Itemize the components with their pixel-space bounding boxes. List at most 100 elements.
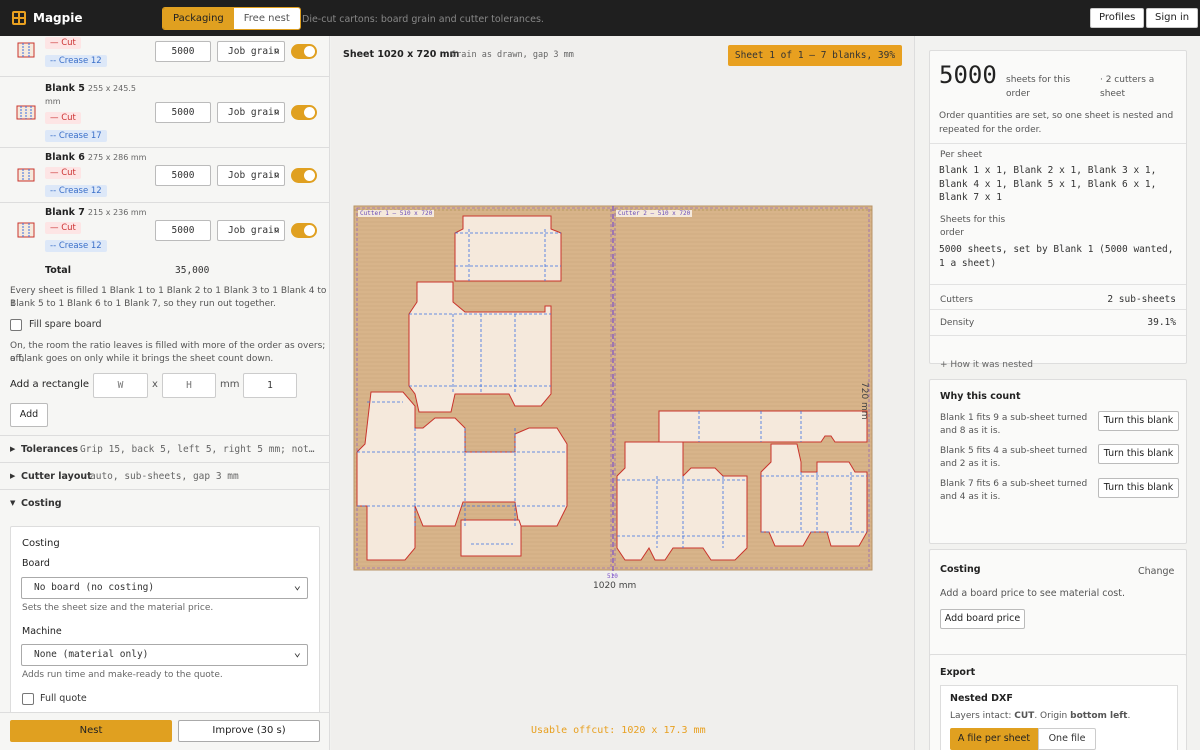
grain-select[interactable]: Job grain xyxy=(217,41,285,62)
blank-outline-icon xyxy=(17,168,35,182)
ratio-text-2: Blank 5 to 1 Blank 6 to 1 Blank 7, so th… xyxy=(10,299,276,309)
costing-change-link[interactable]: Change xyxy=(1138,566,1174,577)
sheets-order-label: Sheets for this order xyxy=(940,215,1006,238)
sheets-label: sheets for this order xyxy=(1006,75,1071,99)
crease-tag: -- Crease 17 xyxy=(45,130,107,142)
right-panel: 5000 sheets for this order · 2 cutters a… xyxy=(914,36,1200,750)
top-bar: Magpie Packaging Free nest Die-cut carto… xyxy=(0,0,1200,36)
why-text: Blank 5 fits 4 a sub-sheet turned and 2 a… xyxy=(940,446,1088,469)
turn-blank-button[interactable]: Turn this blank xyxy=(1098,444,1179,464)
blank-toggle[interactable] xyxy=(291,44,317,59)
grain-select[interactable]: Job grain xyxy=(217,220,285,241)
summary-card: 5000 sheets for this order · 2 cutters a… xyxy=(929,50,1187,370)
blank-row: Blank 5 255 x 245.5 mm — Cut -- Crease 17… xyxy=(0,77,329,148)
quantity-input[interactable]: 5000 xyxy=(155,165,211,186)
mode-tabs: Packaging Free nest xyxy=(162,7,301,30)
density-key: Density xyxy=(940,318,975,328)
profiles-button[interactable]: Profiles xyxy=(1090,8,1145,28)
board-help: Sets the sheet size and the material pri… xyxy=(22,603,214,613)
app-name: Magpie xyxy=(33,11,83,25)
machine-select[interactable]: None (material only) xyxy=(21,642,308,666)
unit-label: mm xyxy=(220,379,240,390)
offcut-note: Usable offcut: 1020 x 17.3 mm xyxy=(531,725,706,736)
file-per-sheet-option[interactable]: A file per sheet xyxy=(950,728,1038,750)
nest-canvas xyxy=(353,205,873,576)
quantity-input[interactable]: 5000 xyxy=(155,41,211,62)
divider xyxy=(930,309,1186,310)
export-card: Export Nested DXF Layers intact: CUT. Or… xyxy=(929,654,1187,750)
costing-title: Costing xyxy=(940,564,981,575)
fill-spare-label: Fill spare board xyxy=(29,319,102,330)
costing-card-title: Costing xyxy=(22,538,60,549)
fill-spare-help-2: a blank goes on only while it brings the… xyxy=(10,354,274,364)
fill-spare-checkbox[interactable] xyxy=(10,319,22,331)
cut-tag: — Cut xyxy=(45,167,81,179)
crease-line-icon: -- xyxy=(50,186,59,196)
why-text: Blank 1 fits 9 a sub-sheet turned and 8 a… xyxy=(940,413,1088,436)
sheet-width-label: 1020 mm xyxy=(593,581,637,591)
cut-line-icon: — xyxy=(50,223,62,233)
nest-button[interactable]: Nest xyxy=(10,720,172,742)
improve-button[interactable]: Improve (30 s) xyxy=(178,720,320,742)
section-tolerances[interactable]: ▶ Tolerances Grip 15, back 5, left 5, ri… xyxy=(0,435,329,462)
blank-name: Blank 5 255 x 245.5 xyxy=(45,83,136,94)
turn-blank-button[interactable]: Turn this blank xyxy=(1098,411,1179,431)
section-cutter-layout[interactable]: ▶ Cutter layout auto, sub-sheets, gap 3 … xyxy=(0,462,329,489)
cutters-key: Cutters xyxy=(940,295,973,305)
why-title: Why this count xyxy=(940,391,1021,402)
board-select[interactable]: No board (no costing) xyxy=(21,575,308,599)
blank-toggle[interactable] xyxy=(291,105,317,120)
tab-free-nest[interactable]: Free nest xyxy=(233,8,300,29)
board-label: Board xyxy=(22,558,50,569)
section-costing[interactable]: ▼ Costing xyxy=(0,489,329,516)
add-board-price-button[interactable]: Add board price xyxy=(940,609,1025,629)
width-input[interactable]: W xyxy=(93,373,148,398)
crease-tag: -- Crease 12 xyxy=(45,55,107,67)
total-value: 35,000 xyxy=(175,265,210,276)
per-sheet-list: Blank 1 x 1, Blank 2 x 1, Blank 3 x 1, B… xyxy=(939,165,1157,203)
add-rectangle-button[interactable]: Add xyxy=(10,403,48,427)
density-value: 39.1% xyxy=(1147,317,1176,328)
cut-tag: — Cut xyxy=(45,112,81,124)
blank-row: Blank 6 275 x 286 mm — Cut -- Crease 12 5… xyxy=(0,148,329,203)
left-panel: — Cut -- Crease 12 5000 Job grain Blank … xyxy=(0,36,330,750)
dxf-title: Nested DXF xyxy=(950,693,1013,704)
cutters-per-sheet: · 2 cutters a sheet xyxy=(1100,75,1155,99)
add-rectangle-label: Add a rectangle xyxy=(10,379,90,390)
cut-tag: — Cut xyxy=(45,222,81,234)
how-nested-toggle[interactable]: + How it was nested xyxy=(940,359,1033,372)
crease-line-icon: -- xyxy=(50,56,59,66)
blank-toggle[interactable] xyxy=(291,168,317,183)
grain-select[interactable]: Job grain xyxy=(217,102,285,123)
full-quote-checkbox[interactable] xyxy=(22,693,34,705)
quantity-input[interactable]: 5000 xyxy=(155,102,211,123)
grain-select[interactable]: Job grain xyxy=(217,165,285,186)
signin-button[interactable]: Sign in xyxy=(1146,8,1199,28)
crease-line-icon: -- xyxy=(50,131,59,141)
blank-outline-icon xyxy=(17,222,35,238)
blank-outline-icon xyxy=(17,42,35,58)
quantity-input[interactable]: 5000 xyxy=(155,220,211,241)
divider xyxy=(930,143,1186,144)
cutter-split-label: 510 xyxy=(607,573,618,580)
order-note: Order quantities are set, so one sheet i… xyxy=(939,111,1174,135)
blank-toggle[interactable] xyxy=(291,223,317,238)
dxf-description: Layers intact: CUT. Origin bottom left. xyxy=(950,711,1131,721)
caret-right-icon: ▶ xyxy=(10,472,16,480)
turn-blank-button[interactable]: Turn this blank xyxy=(1098,478,1179,498)
full-quote-label: Full quote xyxy=(40,693,87,704)
why-text: Blank 7 fits 6 a sub-sheet turned and 4 a… xyxy=(940,479,1088,502)
crease-tag: -- Crease 12 xyxy=(45,240,107,252)
blank-name: Blank 7 215 x 236 mm xyxy=(45,207,147,218)
count-input[interactable]: 1 xyxy=(243,373,297,398)
tab-packaging[interactable]: Packaging xyxy=(163,8,234,29)
tagline: Die-cut cartons: board grain and cutter … xyxy=(302,14,544,25)
blank-dims-unit: mm xyxy=(45,97,61,106)
cut-line-icon: — xyxy=(50,168,62,178)
blank-row: Blank 7 215 x 236 mm — Cut -- Crease 12 5… xyxy=(0,203,329,258)
one-file-option[interactable]: One file xyxy=(1038,728,1096,750)
blank-row: — Cut -- Crease 12 5000 Job grain xyxy=(0,36,329,77)
sheet-quantity: 5000 xyxy=(939,61,997,89)
costing-text: Add a board price to see material cost. xyxy=(940,588,1125,599)
height-input[interactable]: H xyxy=(162,373,216,398)
